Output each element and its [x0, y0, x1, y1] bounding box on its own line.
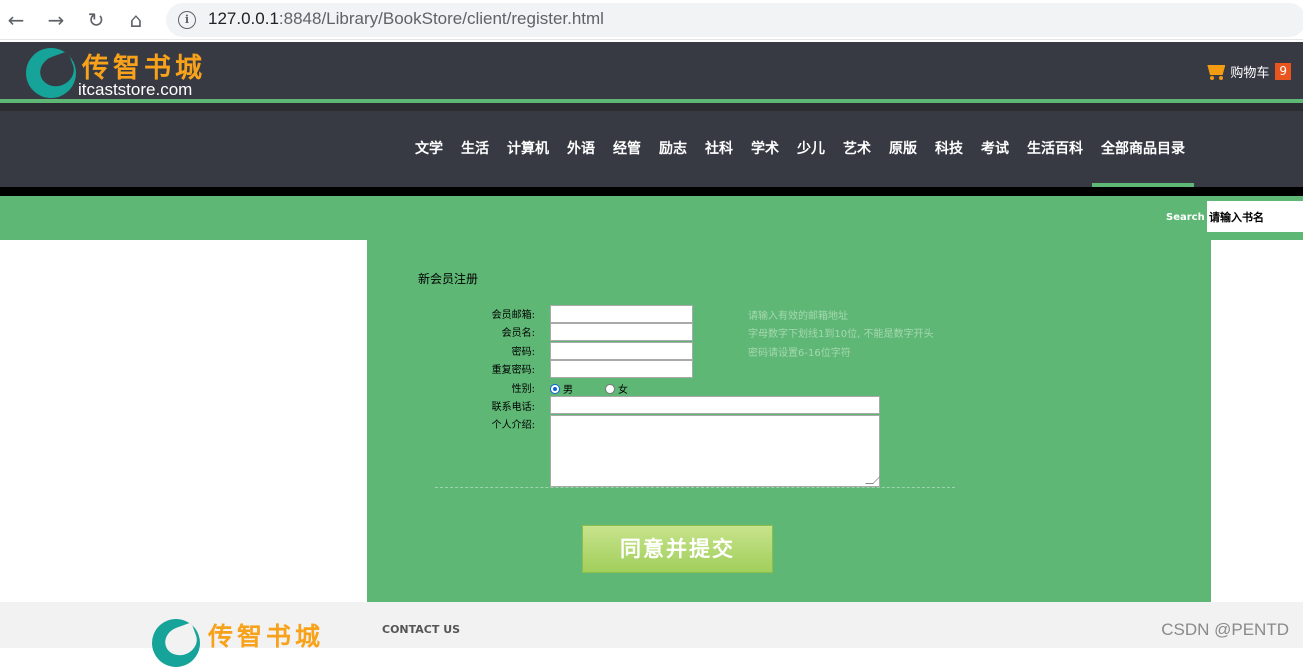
logo-domain-text: itcaststore.com: [78, 80, 193, 99]
resize-grip-icon[interactable]: [865, 476, 881, 484]
home-icon[interactable]: ⌂: [124, 8, 148, 32]
menu-item[interactable]: 学术: [742, 111, 788, 187]
browser-toolbar: ← → ↻ ⌂ i 127.0.0.1:8848/Library/BookSto…: [0, 0, 1303, 40]
email-label: 会员邮箱:: [491, 310, 535, 321]
contact-us-heading: CONTACT US: [382, 623, 461, 636]
intro-textarea[interactable]: [550, 415, 881, 487]
shopping-cart-icon: [1204, 62, 1226, 80]
url-text: 127.0.0.1:8848/Library/BookStore/client/…: [208, 9, 604, 28]
menu-item[interactable]: 生活: [452, 111, 498, 187]
phone-field[interactable]: [550, 396, 880, 414]
gender-female-radio[interactable]: 女: [605, 381, 628, 396]
menu-item[interactable]: 考试: [972, 111, 1018, 187]
address-bar[interactable]: i 127.0.0.1:8848/Library/BookStore/clien…: [166, 3, 1303, 37]
gender-female-label: 女: [618, 385, 628, 396]
repassword-field[interactable]: [550, 360, 693, 378]
form-divider: [435, 487, 955, 488]
repassword-label: 重复密码:: [491, 365, 535, 376]
menu-item[interactable]: 经管: [604, 111, 650, 187]
radio-unchecked-icon[interactable]: [605, 383, 615, 394]
intro-label: 个人介绍:: [491, 420, 535, 431]
search-input[interactable]: [1207, 201, 1303, 232]
reload-icon[interactable]: ↻: [84, 8, 108, 32]
menu-item[interactable]: 社科: [696, 111, 742, 187]
cart-link[interactable]: 购物车 9: [1204, 61, 1291, 81]
register-panel: 新会员注册 会员邮箱: 请输入有效的邮箱地址 会员名: 字母数字下划线1到10位…: [367, 240, 1211, 602]
nav-band: [0, 103, 1303, 111]
password-label: 密码:: [511, 347, 535, 358]
menu-item[interactable]: 外语: [558, 111, 604, 187]
category-list: 文学 生活 计算机 外语 经管 励志 社科 学术 少儿 艺术 原版 科技 考试 生活百科 全部商品目录: [406, 111, 1194, 187]
site-footer: 传智书城 CONTACT US CSDN @PENTD: [0, 602, 1303, 667]
site-header: 传智书城 itcaststore.com 购物车 9: [0, 42, 1303, 100]
menu-bottom-border: [0, 187, 1303, 196]
menu-item[interactable]: 生活百科: [1018, 111, 1092, 187]
menu-item[interactable]: 原版: [880, 111, 926, 187]
email-hint: 请输入有效的邮箱地址: [748, 311, 848, 322]
radio-checked-icon[interactable]: [550, 383, 560, 394]
password-hint: 密码请设置6-16位字符: [748, 348, 851, 359]
email-field[interactable]: [550, 305, 693, 323]
gender-label: 性别:: [511, 384, 535, 395]
search-bar: Search: [0, 196, 1303, 240]
phone-label: 联系电话:: [491, 402, 535, 413]
menu-item[interactable]: 文学: [406, 111, 452, 187]
menu-item[interactable]: 励志: [650, 111, 696, 187]
username-label: 会员名:: [501, 328, 535, 339]
forward-arrow-icon[interactable]: →: [44, 8, 68, 32]
info-icon[interactable]: i: [178, 11, 196, 29]
footer-logo-globe-icon: [152, 619, 200, 667]
footer-logo[interactable]: 传智书城: [152, 617, 342, 667]
cart-count-badge: 9: [1275, 62, 1291, 80]
back-arrow-icon[interactable]: ←: [4, 8, 28, 32]
menu-item[interactable]: 全部商品目录: [1092, 111, 1194, 187]
menu-item[interactable]: 少儿: [788, 111, 834, 187]
logo-globe-icon: [26, 48, 76, 98]
password-field[interactable]: [550, 342, 693, 360]
watermark-text: CSDN @PENTD: [1161, 620, 1289, 639]
gender-male-label: 男: [563, 385, 573, 396]
menu-item[interactable]: 计算机: [498, 111, 558, 187]
username-field[interactable]: [550, 323, 693, 341]
submit-button[interactable]: 同意并提交: [582, 525, 773, 573]
search-label: Search: [1166, 212, 1205, 223]
form-title: 新会员注册: [418, 272, 479, 286]
menu-item[interactable]: 艺术: [834, 111, 880, 187]
menu-item[interactable]: 科技: [926, 111, 972, 187]
gender-male-radio[interactable]: 男: [550, 381, 573, 396]
username-hint: 字母数字下划线1到10位, 不能是数字开头: [748, 329, 934, 340]
cart-label: 购物车: [1230, 65, 1270, 81]
site-logo[interactable]: 传智书城 itcaststore.com: [26, 46, 226, 99]
category-menu: 文学 生活 计算机 外语 经管 励志 社科 学术 少儿 艺术 原版 科技 考试 生活百科 全部商品目录: [0, 111, 1303, 187]
